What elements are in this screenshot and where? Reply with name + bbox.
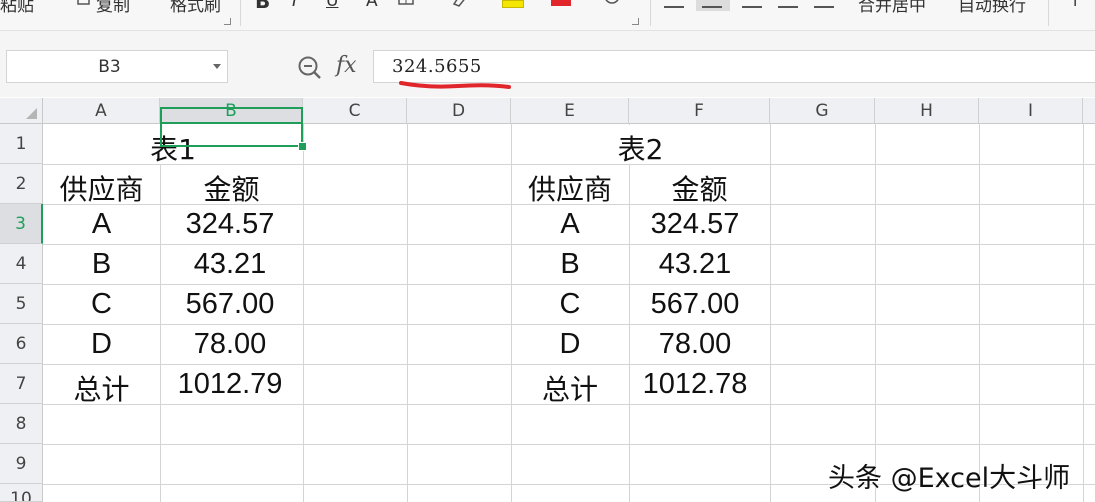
- table2-header-supplier: 供应商: [527, 173, 612, 206]
- row-header-4[interactable]: 4: [0, 244, 43, 284]
- zoom-formula-icon[interactable]: [297, 55, 323, 81]
- underline-icon[interactable]: U: [326, 0, 338, 11]
- column-header-a[interactable]: A: [43, 98, 160, 124]
- row-header-8[interactable]: 8: [0, 404, 43, 444]
- table1-header-supplier: 供应商: [59, 173, 144, 206]
- table2-header-amount: 金额: [671, 173, 728, 206]
- row-header-7[interactable]: 7: [0, 364, 43, 404]
- merge-center-button[interactable]: 合并居中: [858, 0, 926, 16]
- gridline: [43, 364, 1095, 365]
- column-header-i[interactable]: I: [979, 98, 1083, 124]
- table2-amount-b: 43.21: [658, 248, 732, 280]
- table1-amount-a: 324.57: [185, 208, 275, 240]
- column-header-h[interactable]: H: [875, 98, 979, 124]
- watermark-text: 头条 @Excel大斗师: [828, 463, 1071, 494]
- table2-total-label: 总计: [541, 373, 598, 406]
- align-bottom-icon[interactable]: [742, 0, 762, 8]
- column-header-j[interactable]: [1083, 98, 1095, 124]
- font-color-a-icon[interactable]: A: [366, 0, 378, 11]
- table2-title: 表2: [617, 133, 664, 166]
- table1-amount-b: 43.21: [193, 248, 267, 280]
- bold-icon[interactable]: B: [255, 0, 270, 13]
- fill-color-swatch[interactable]: [502, 0, 524, 8]
- table2-supplier-d: D: [559, 328, 581, 360]
- table1-supplier-c: C: [91, 288, 112, 320]
- gridline: [43, 244, 1095, 245]
- table1-supplier-d: D: [91, 328, 112, 360]
- ribbon-toolbar: 粘贴 复制 格式刷 B I U A 合并居中 自动换行 ↑: [0, 0, 1095, 31]
- select-all-corner[interactable]: [0, 98, 43, 124]
- border-icon[interactable]: [398, 0, 414, 10]
- ribbon-divider: [240, 0, 241, 26]
- gridline: [979, 124, 980, 502]
- gridline: [43, 444, 1095, 445]
- column-header-e[interactable]: E: [511, 98, 629, 124]
- wrap-text-button[interactable]: 自动换行: [958, 0, 1026, 16]
- row-header-6[interactable]: 6: [0, 324, 43, 364]
- gridline: [1083, 124, 1084, 502]
- table2-supplier-b: B: [560, 248, 580, 280]
- gridline: [303, 124, 304, 502]
- active-cell-selection[interactable]: [160, 107, 303, 147]
- paste-button[interactable]: 粘贴: [0, 0, 34, 16]
- row-header-10[interactable]: 10: [0, 484, 43, 502]
- table2-amount-a: 324.57: [650, 208, 740, 240]
- fill-handle[interactable]: [298, 142, 307, 151]
- table1-header-amount: 金额: [203, 173, 260, 206]
- row-header-2[interactable]: 2: [0, 164, 43, 204]
- gridline: [770, 124, 771, 502]
- ribbon-divider: [1048, 0, 1049, 26]
- row-header-9[interactable]: 9: [0, 444, 43, 484]
- table2-supplier-c: C: [559, 288, 581, 320]
- column-header-f[interactable]: F: [629, 98, 770, 124]
- font-dialog-launcher[interactable]: [632, 18, 639, 25]
- format-painter-button[interactable]: 格式刷: [170, 0, 221, 16]
- chevron-down-icon[interactable]: [213, 64, 221, 69]
- row-header-3[interactable]: 3: [0, 204, 43, 244]
- insert-function-icon[interactable]: fx: [336, 53, 357, 78]
- name-box-value: B3: [98, 57, 121, 77]
- name-box[interactable]: B3: [6, 50, 228, 83]
- copy-button[interactable]: 复制: [96, 0, 130, 16]
- formula-value: 324.5655: [392, 56, 482, 77]
- annotation-underline: [399, 81, 511, 89]
- eraser-icon[interactable]: [452, 0, 468, 10]
- table1-amount-d: 78.00: [193, 328, 267, 360]
- table2-total: 1012.78: [642, 368, 748, 400]
- gridline: [43, 284, 1095, 285]
- table2-amount-d: 78.00: [658, 328, 732, 360]
- column-header-c[interactable]: C: [303, 98, 407, 124]
- row-header-1[interactable]: 1: [0, 124, 43, 164]
- align-middle-icon[interactable]: [702, 0, 722, 8]
- align-center-icon[interactable]: [814, 0, 834, 8]
- table1-supplier-b: B: [91, 248, 112, 280]
- table1-total: 1012.79: [177, 368, 283, 400]
- row-header-5[interactable]: 5: [0, 284, 43, 324]
- table2-supplier-a: A: [560, 208, 580, 240]
- gridline: [407, 124, 408, 502]
- table1-supplier-a: A: [91, 208, 112, 240]
- gridline: [43, 324, 1095, 325]
- table1-total-label: 总计: [73, 373, 130, 406]
- clipboard-dialog-launcher[interactable]: [224, 18, 231, 25]
- gridline: [875, 124, 876, 502]
- font-color-swatch[interactable]: [551, 0, 571, 6]
- table2-amount-c: 567.00: [650, 288, 740, 320]
- number-format-icon[interactable]: ↑: [1068, 0, 1082, 11]
- column-header-d[interactable]: D: [407, 98, 511, 124]
- ribbon-divider: [650, 0, 651, 26]
- copy-icon[interactable]: [76, 0, 92, 10]
- column-header-g[interactable]: G: [770, 98, 875, 124]
- clear-format-icon[interactable]: [604, 0, 620, 10]
- italic-icon[interactable]: I: [292, 0, 297, 11]
- align-top-icon[interactable]: [664, 0, 684, 8]
- align-left-icon[interactable]: [778, 0, 798, 8]
- table1-amount-c: 567.00: [185, 288, 275, 320]
- spreadsheet-grid: A B C D E F G H I 1 2 3 4 5 6 7 8 9 10 表…: [0, 98, 1095, 502]
